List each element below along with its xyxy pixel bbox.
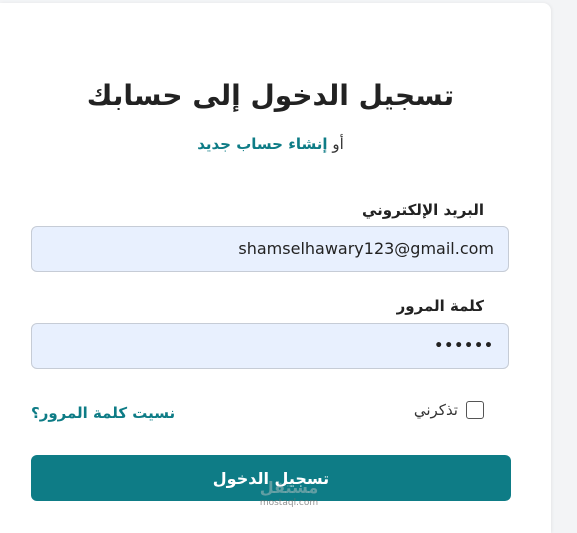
email-field[interactable]: shamselhawary123@gmail.com (31, 226, 509, 272)
checkbox-unchecked-icon[interactable] (466, 401, 484, 419)
login-card: تسجيل الدخول إلى حسابك أو إنشاء حساب جدي… (0, 3, 551, 533)
forgot-password-link[interactable]: نسيت كلمة المرور؟ (31, 404, 175, 422)
or-text: أو (332, 135, 344, 153)
login-button[interactable]: تسجيل الدخول (31, 455, 511, 501)
remember-label: تذكرني (413, 401, 458, 419)
password-label: كلمة المرور (396, 297, 484, 315)
email-value: shamselhawary123@gmail.com (238, 239, 494, 258)
remember-me[interactable]: تذكرني (414, 401, 484, 419)
password-field[interactable]: •••••• (31, 323, 509, 369)
create-account-line: أو إنشاء حساب جديد (0, 135, 541, 153)
email-label: البريد الإلكتروني (362, 201, 484, 219)
password-value: •••••• (434, 338, 494, 354)
page-title: تسجيل الدخول إلى حسابك (86, 79, 455, 112)
create-account-link[interactable]: إنشاء حساب جديد (197, 135, 327, 153)
